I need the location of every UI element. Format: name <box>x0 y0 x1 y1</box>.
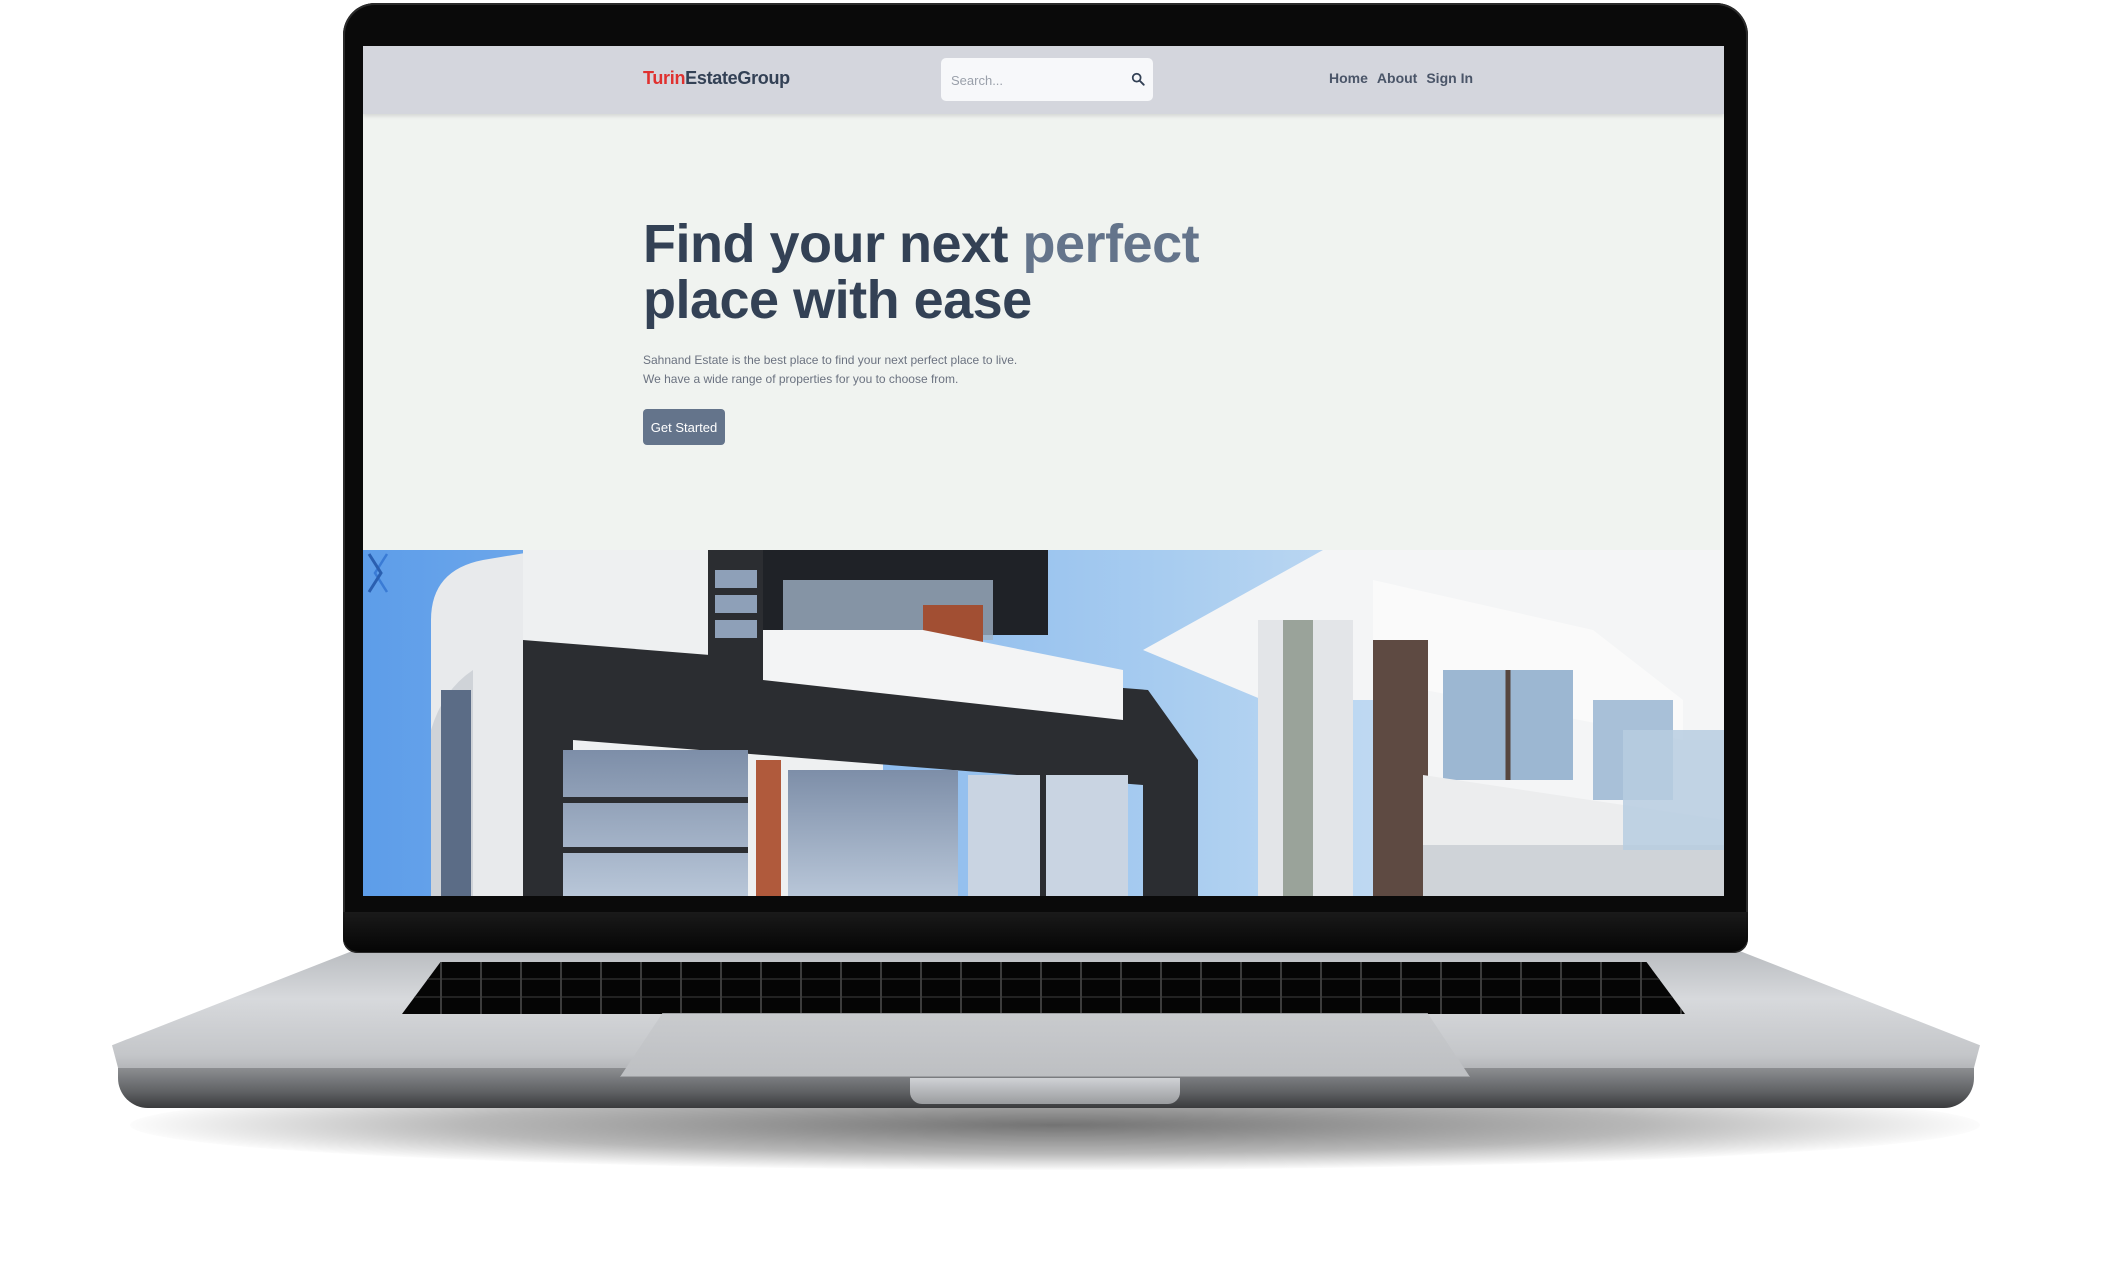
hero-title-main: Find your next <box>643 214 1023 274</box>
search-box <box>941 58 1153 103</box>
hero-description-line2: We have a wide range of properties for y… <box>643 372 959 386</box>
hero-description: Sahnand Estate is the best place to find… <box>643 351 1017 389</box>
site-header: TurinEstateGroup Home About Sign In <box>363 46 1724 114</box>
nav-home-link[interactable]: Home <box>1329 70 1368 86</box>
get-started-button[interactable]: Get Started <box>643 409 725 445</box>
search-input[interactable] <box>949 58 1123 103</box>
laptop-notch <box>910 1078 1180 1104</box>
laptop-keyboard <box>402 962 1685 1014</box>
modern-building-photo <box>363 550 1724 896</box>
nav-sign-in-link[interactable]: Sign In <box>1426 70 1473 86</box>
main-nav: Home About Sign In <box>1329 70 1473 86</box>
brand-logo-part2: EstateGroup <box>685 68 790 88</box>
search-icon[interactable] <box>1131 72 1145 86</box>
hero-title-line2: place with ease <box>643 270 1032 330</box>
brand-logo[interactable]: TurinEstateGroup <box>643 68 790 89</box>
laptop-trackpad <box>620 1013 1470 1077</box>
hero-title: Find your next perfect place with ease <box>643 214 1200 330</box>
nav-about-link[interactable]: About <box>1377 70 1417 86</box>
chevron-right-icon[interactable] <box>363 550 387 596</box>
brand-logo-part1: Turin <box>643 68 686 88</box>
hero-carousel <box>363 550 1724 896</box>
website-screen: TurinEstateGroup Home About Sign In Find… <box>363 46 1724 896</box>
hero-description-line1: Sahnand Estate is the best place to find… <box>643 353 1018 367</box>
laptop-bezel-bottom <box>343 912 1748 952</box>
hero-title-accent: perfect <box>1022 214 1200 274</box>
